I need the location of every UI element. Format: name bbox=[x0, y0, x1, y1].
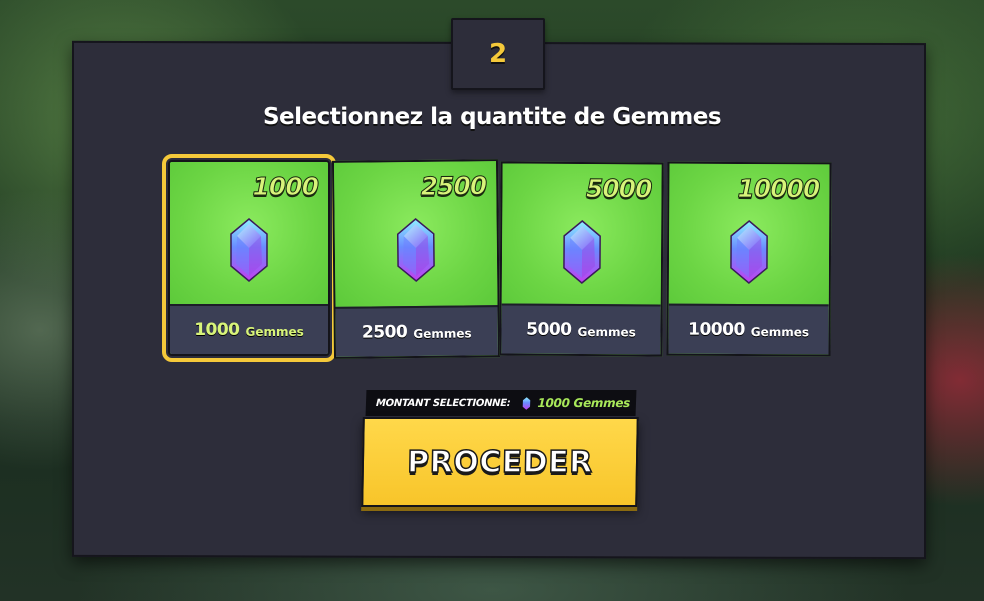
gem-icon bbox=[523, 396, 531, 410]
package-footer: 2500 Gemmes bbox=[335, 305, 499, 357]
gem-package-2500[interactable]: 2500 2500 Gemmes bbox=[331, 159, 501, 359]
package-footer-unit: Gemmes bbox=[577, 324, 636, 339]
package-amount: 10000 bbox=[737, 173, 820, 204]
selected-amount-label: MONTANT SELECTIONNE: bbox=[375, 397, 511, 409]
package-amount: 5000 bbox=[585, 174, 652, 204]
package-footer-amount: 1000 bbox=[194, 320, 240, 340]
gem-icon bbox=[562, 220, 601, 284]
package-footer-amount: 2500 bbox=[361, 322, 408, 343]
package-footer-amount: 10000 bbox=[688, 319, 745, 340]
package-footer: 5000 Gemmes bbox=[501, 303, 661, 355]
step-indicator: 2 bbox=[451, 18, 545, 90]
package-footer-unit: Gemmes bbox=[750, 324, 810, 339]
package-footer: 10000 Gemmes bbox=[668, 303, 829, 355]
package-footer: 1000 Gemmes bbox=[170, 304, 328, 354]
page-title: Selectionnez la quantite de Gemmes bbox=[262, 104, 722, 130]
selected-amount-bar: MONTANT SELECTIONNE: 1000 Gemmes bbox=[365, 390, 637, 416]
gem-icon bbox=[230, 218, 268, 282]
package-footer-amount: 5000 bbox=[526, 319, 572, 340]
package-footer-unit: Gemmes bbox=[245, 324, 304, 339]
gem-package-5000[interactable]: 5000 5000 Gemmes bbox=[499, 161, 664, 357]
proceed-button[interactable]: PROCEDER bbox=[361, 417, 639, 507]
package-amount: 2500 bbox=[420, 171, 487, 202]
selected-amount-value: 1000 Gemmes bbox=[537, 396, 631, 410]
gem-icon bbox=[730, 220, 768, 284]
package-footer-unit: Gemmes bbox=[413, 325, 472, 341]
gem-package-1000[interactable]: 1000 1000 Gemmes bbox=[162, 154, 336, 362]
proceed-button-label: PROCEDER bbox=[406, 444, 594, 481]
gem-package-10000[interactable]: 10000 10000 Gemmes bbox=[666, 161, 832, 357]
package-amount: 1000 bbox=[252, 172, 320, 202]
step-number: 2 bbox=[488, 39, 508, 69]
gem-icon bbox=[396, 218, 435, 282]
